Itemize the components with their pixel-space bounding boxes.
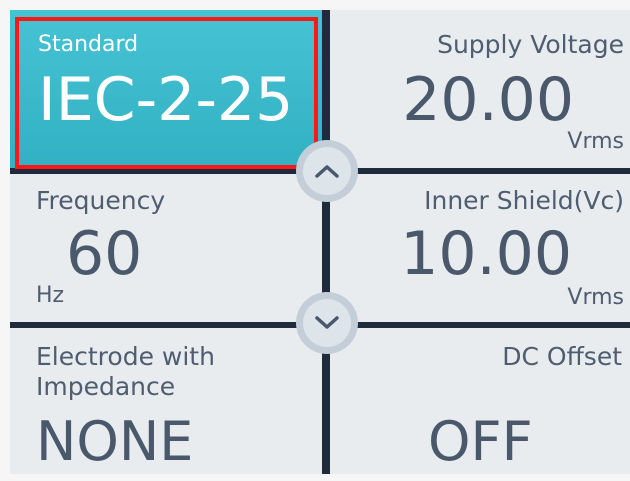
frequency-value: 60 — [66, 219, 143, 289]
scroll-up-button[interactable] — [303, 147, 351, 195]
electrode-value: NONE — [36, 410, 194, 473]
electrode-label-line2: Impedance — [36, 372, 176, 401]
supply-voltage-tile[interactable]: Supply Voltage 20.00 Vrms — [330, 10, 630, 168]
touch-screen: Standard IEC-2-25 Supply Voltage 20.00 V… — [10, 10, 630, 474]
device-bezel: Standard IEC-2-25 Supply Voltage 20.00 V… — [0, 0, 630, 481]
inner-shield-tile[interactable]: Inner Shield(Vc) 10.00 Vrms — [330, 174, 630, 322]
dc-offset-value: OFF — [428, 410, 533, 473]
supply-voltage-value: 20.00 — [402, 65, 574, 135]
supply-voltage-label: Supply Voltage — [437, 30, 624, 59]
standard-label: Standard — [38, 32, 139, 57]
frequency-tile[interactable]: Frequency 60 Hz — [10, 174, 322, 322]
electrode-label-line1: Electrode with — [36, 342, 215, 371]
inner-shield-label: Inner Shield(Vc) — [424, 186, 624, 215]
dc-offset-label: DC Offset — [502, 342, 622, 371]
chevron-down-icon — [315, 316, 339, 329]
frequency-label: Frequency — [36, 186, 166, 215]
dc-offset-tile[interactable]: DC Offset OFF — [330, 328, 630, 474]
frequency-unit: Hz — [36, 283, 65, 308]
standard-value: IEC-2-25 — [38, 65, 294, 135]
chevron-up-icon — [315, 165, 339, 178]
electrode-impedance-tile[interactable]: Electrode with Impedance NONE — [10, 328, 322, 474]
scroll-down-button[interactable] — [303, 299, 351, 347]
inner-shield-value: 10.00 — [400, 219, 572, 289]
supply-voltage-unit: Vrms — [567, 129, 624, 154]
inner-shield-unit: Vrms — [567, 285, 624, 310]
standard-tile[interactable]: Standard IEC-2-25 — [10, 10, 322, 168]
